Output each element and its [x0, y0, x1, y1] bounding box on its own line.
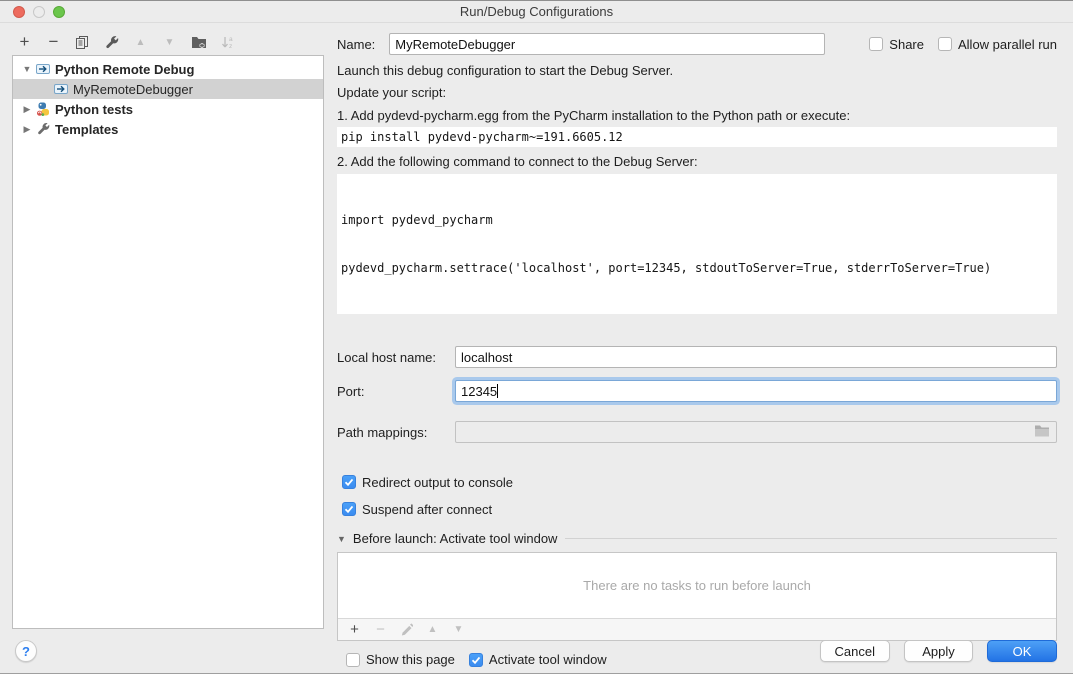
- path-mappings-label: Path mappings:: [337, 425, 455, 440]
- local-host-name-input[interactable]: [455, 346, 1057, 368]
- dialog-buttons: Cancel Apply OK: [820, 640, 1057, 662]
- cancel-button[interactable]: Cancel: [820, 640, 890, 662]
- tree-item-label: Python Remote Debug: [55, 62, 194, 77]
- before-launch-title: Before launch: Activate tool window: [353, 531, 558, 546]
- templates-wrench-icon: [35, 121, 51, 137]
- add-task-icon[interactable]: +: [347, 621, 362, 638]
- close-window-button[interactable]: [13, 6, 25, 18]
- tree-item-label: MyRemoteDebugger: [73, 82, 193, 97]
- activate-tool-window-label: Activate tool window: [489, 652, 607, 667]
- name-label: Name:: [337, 37, 375, 52]
- show-this-page-row[interactable]: Show this page: [346, 652, 455, 667]
- configurations-toolbar: + − ▲ ▼ az: [16, 31, 236, 53]
- svg-text:a: a: [229, 36, 233, 43]
- allow-parallel-run-label: Allow parallel run: [958, 37, 1057, 52]
- suspend-after-connect-label: Suspend after connect: [362, 502, 492, 517]
- path-mappings-field[interactable]: [455, 421, 1057, 443]
- collapse-section-icon[interactable]: ▼: [337, 534, 346, 544]
- expand-collapse-icon[interactable]: ▶: [19, 124, 35, 135]
- settrace-code-line-2: pydevd_pycharm.settrace('localhost', por…: [341, 260, 1053, 276]
- help-question-icon: ?: [22, 644, 30, 659]
- show-this-page-checkbox[interactable]: [346, 653, 360, 667]
- port-input[interactable]: [455, 380, 1057, 402]
- configurations-tree: ▼ Python Remote Debug MyRemoteDebugger ▶…: [12, 55, 324, 629]
- svg-text:z: z: [229, 43, 232, 50]
- remove-task-icon[interactable]: −: [373, 621, 388, 638]
- remote-debug-config-icon: [53, 81, 69, 97]
- python-tests-icon: [35, 101, 51, 117]
- sort-alphabetically-icon[interactable]: az: [219, 34, 236, 51]
- task-list-toolbar: + − ▲ ▼: [338, 618, 1056, 640]
- edit-templates-wrench-icon[interactable]: [103, 34, 120, 51]
- configuration-form: Name: Share Allow parallel run Launch th…: [337, 33, 1057, 667]
- tree-item-label: Python tests: [55, 102, 133, 117]
- browse-folder-icon[interactable]: [1034, 424, 1050, 440]
- allow-parallel-run-checkbox[interactable]: [938, 37, 952, 51]
- share-checkbox[interactable]: [869, 37, 883, 51]
- share-label: Share: [889, 37, 924, 52]
- suspend-after-connect-row[interactable]: Suspend after connect: [342, 501, 1057, 517]
- apply-button[interactable]: Apply: [904, 640, 973, 662]
- move-task-up-icon[interactable]: ▲: [425, 624, 440, 635]
- instruction-line-1: Launch this debug configuration to start…: [337, 63, 1057, 79]
- section-rule: [565, 538, 1057, 539]
- new-folder-icon[interactable]: [190, 34, 207, 51]
- settrace-code: import pydevd_pycharm pydevd_pycharm.set…: [337, 174, 1057, 314]
- text-caret: [497, 384, 498, 398]
- suspend-after-connect-checkbox[interactable]: [342, 502, 356, 516]
- tree-item-templates[interactable]: ▶ Templates: [13, 119, 323, 139]
- add-configuration-icon[interactable]: +: [16, 34, 33, 51]
- traffic-lights: [13, 6, 65, 18]
- tree-item-label: Templates: [55, 122, 118, 137]
- move-task-down-icon[interactable]: ▼: [451, 624, 466, 635]
- activate-tool-window-row[interactable]: Activate tool window: [469, 652, 607, 667]
- pip-install-code: pip install pydevd-pycharm~=191.6605.12: [337, 127, 1057, 147]
- tree-item-myremotedebugger[interactable]: MyRemoteDebugger: [13, 79, 323, 99]
- tree-item-python-remote-debug[interactable]: ▼ Python Remote Debug: [13, 59, 323, 79]
- empty-task-list-message: There are no tasks to run before launch: [338, 553, 1056, 618]
- redirect-output-label: Redirect output to console: [362, 475, 513, 490]
- expand-collapse-icon[interactable]: ▶: [19, 104, 35, 115]
- help-button[interactable]: ?: [15, 640, 37, 662]
- zoom-window-button[interactable]: [53, 6, 65, 18]
- remove-configuration-icon[interactable]: −: [45, 34, 62, 51]
- name-input[interactable]: [389, 33, 825, 55]
- share-checkbox-row[interactable]: Share: [869, 37, 924, 52]
- allow-parallel-run-checkbox-row[interactable]: Allow parallel run: [938, 37, 1057, 52]
- expand-collapse-icon[interactable]: ▼: [19, 64, 35, 74]
- minimize-window-button[interactable]: [33, 6, 45, 18]
- local-host-name-label: Local host name:: [337, 350, 455, 365]
- edit-task-pencil-icon[interactable]: [399, 623, 414, 636]
- move-down-icon[interactable]: ▼: [161, 34, 178, 51]
- before-launch-header[interactable]: ▼ Before launch: Activate tool window: [337, 531, 1057, 546]
- activate-tool-window-checkbox[interactable]: [469, 653, 483, 667]
- title-bar: Run/Debug Configurations: [0, 1, 1073, 23]
- port-label: Port:: [337, 384, 455, 399]
- window-title: Run/Debug Configurations: [0, 4, 1073, 19]
- before-launch-task-list: There are no tasks to run before launch …: [337, 552, 1057, 641]
- show-this-page-label: Show this page: [366, 652, 455, 667]
- tree-item-python-tests[interactable]: ▶ Python tests: [13, 99, 323, 119]
- copy-configuration-icon[interactable]: [74, 34, 91, 51]
- remote-debug-config-icon: [35, 61, 51, 77]
- instruction-step-1: 1. Add pydevd-pycharm.egg from the PyCha…: [337, 108, 1057, 124]
- ok-button[interactable]: OK: [987, 640, 1057, 662]
- redirect-output-checkbox[interactable]: [342, 475, 356, 489]
- instruction-step-2: 2. Add the following command to connect …: [337, 154, 1057, 170]
- redirect-output-row[interactable]: Redirect output to console: [342, 474, 1057, 490]
- settrace-code-line-1: import pydevd_pycharm: [341, 212, 1053, 228]
- instruction-line-2: Update your script:: [337, 85, 1057, 101]
- move-up-icon[interactable]: ▲: [132, 34, 149, 51]
